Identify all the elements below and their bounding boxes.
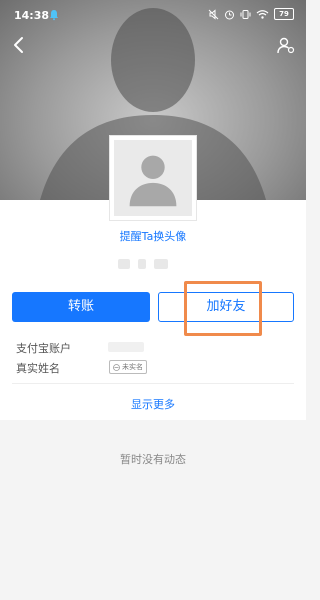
- back-chevron-icon[interactable]: [10, 36, 28, 54]
- avatar[interactable]: [109, 135, 197, 221]
- alarm-icon: [225, 10, 234, 19]
- transfer-button[interactable]: 转账: [12, 292, 150, 322]
- remind-change-avatar-link[interactable]: 提醒Ta换头像: [0, 228, 306, 244]
- masked-text-block: [154, 259, 168, 269]
- status-icons: 79: [208, 8, 294, 20]
- battery-icon: 79: [274, 8, 294, 20]
- show-more-link[interactable]: 显示更多: [0, 396, 306, 412]
- masked-text-block: [118, 259, 130, 269]
- unverified-badge: 未实名: [109, 360, 147, 374]
- feed-empty-text: 暂时没有动态: [120, 453, 186, 466]
- real-name-label: 真实姓名: [16, 362, 60, 375]
- user-placeholder-icon: [129, 155, 177, 207]
- default-avatar-image: [114, 140, 192, 216]
- alipay-account-label: 支付宝账户: [16, 342, 71, 355]
- battery-level: 79: [279, 10, 289, 18]
- highlight-annotation-box: [184, 281, 262, 336]
- vibrate-icon: [240, 9, 251, 19]
- wifi-icon: [256, 9, 269, 19]
- status-time: 14:38: [14, 9, 50, 22]
- user-settings-icon[interactable]: [276, 36, 296, 54]
- masked-username: [118, 258, 174, 270]
- unverified-icon: [113, 363, 120, 371]
- divider: [12, 383, 294, 384]
- status-bar: 14:38 79: [0, 0, 306, 28]
- unverified-badge-label: 未实名: [122, 363, 143, 371]
- masked-alipay-account: [108, 342, 144, 352]
- masked-text-block: [138, 259, 146, 269]
- notification-bell-icon: [50, 10, 58, 21]
- mute-icon: [208, 8, 219, 20]
